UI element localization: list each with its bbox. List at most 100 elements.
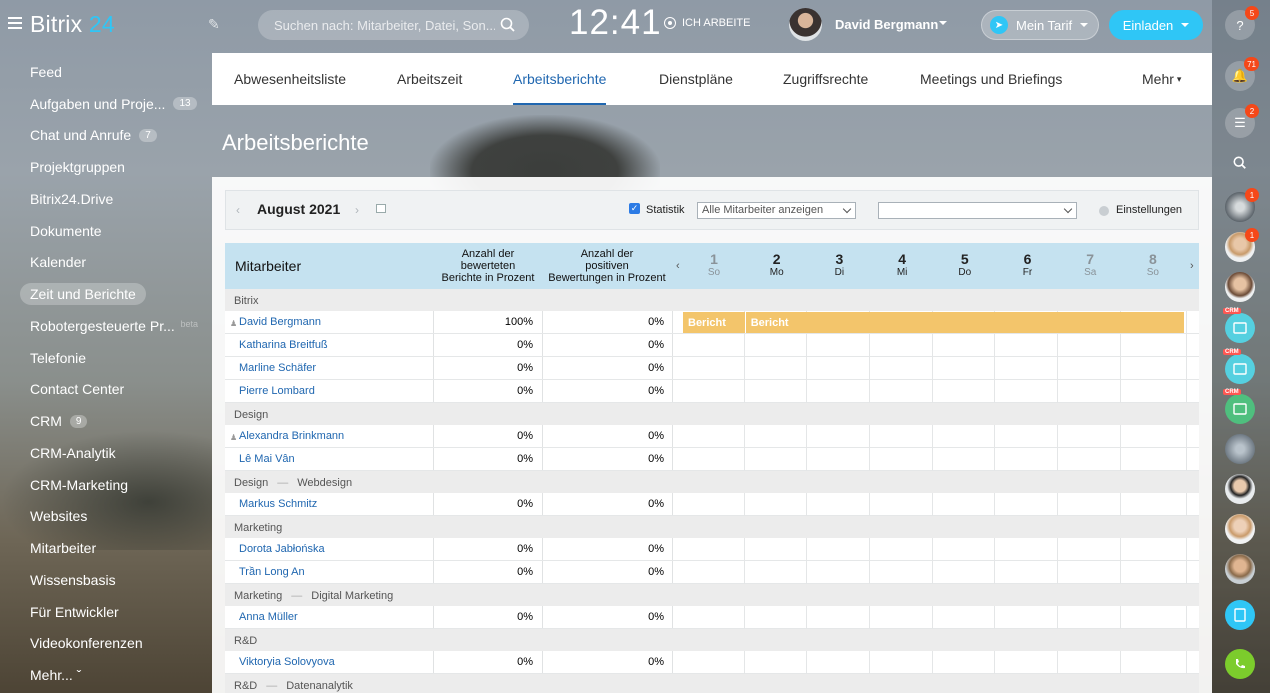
day-cell[interactable] bbox=[807, 606, 871, 629]
day-cell[interactable] bbox=[682, 561, 745, 584]
group-chat-avatar[interactable] bbox=[1225, 434, 1255, 464]
phone-call-icon[interactable] bbox=[1225, 649, 1255, 679]
day-cell[interactable] bbox=[1058, 357, 1121, 380]
report-bar[interactable]: Bericht bbox=[745, 312, 1184, 333]
day-cell[interactable] bbox=[1058, 425, 1121, 448]
settings-link[interactable]: Einstellungen bbox=[1116, 204, 1182, 216]
sidebar-item-websites[interactable]: Websites bbox=[0, 501, 212, 533]
day-cell[interactable] bbox=[1058, 651, 1121, 674]
edit-pencil-icon[interactable]: ✎ bbox=[208, 16, 220, 33]
user-name[interactable]: David Bergmann bbox=[835, 17, 938, 32]
day-cell[interactable] bbox=[870, 493, 933, 516]
sidebar-item-rpa[interactable]: Robotergesteuerte Pr... beta bbox=[0, 310, 212, 342]
day-cell[interactable] bbox=[933, 448, 996, 471]
employee-name-link[interactable]: Lê Mai Vân bbox=[239, 453, 295, 465]
day-cell[interactable] bbox=[1058, 334, 1121, 357]
user-menu-caret-icon[interactable] bbox=[939, 21, 947, 29]
sidebar-item-workgroups[interactable]: Projektgruppen bbox=[0, 151, 212, 183]
user-avatar[interactable] bbox=[1225, 272, 1255, 302]
search-icon[interactable] bbox=[500, 17, 516, 33]
sidebar-item-crm-analytics[interactable]: CRM-Analytik bbox=[0, 437, 212, 469]
day-cell[interactable] bbox=[1121, 357, 1187, 380]
tab-more[interactable]: Mehr ▾ bbox=[1142, 53, 1181, 105]
day-cell[interactable] bbox=[745, 651, 808, 674]
day-cell[interactable] bbox=[682, 538, 745, 561]
sidebar-item-telephony[interactable]: Telefonie bbox=[0, 342, 212, 374]
day-cell[interactable] bbox=[1121, 493, 1187, 516]
day-cell[interactable] bbox=[870, 651, 933, 674]
chat-icon[interactable]: ☰ 2 bbox=[1225, 104, 1259, 138]
sidebar-item-employees[interactable]: Mitarbeiter bbox=[0, 532, 212, 564]
day-cell[interactable] bbox=[682, 606, 745, 629]
day-cell[interactable] bbox=[870, 561, 933, 584]
tab-meetings[interactable]: Meetings und Briefings bbox=[920, 53, 1062, 105]
day-cell[interactable] bbox=[1121, 561, 1187, 584]
day-cell[interactable] bbox=[870, 357, 933, 380]
crm-chat-icon[interactable]: CRM bbox=[1223, 389, 1255, 424]
day-cell[interactable] bbox=[870, 606, 933, 629]
day-cell[interactable] bbox=[1058, 380, 1121, 403]
help-icon[interactable]: ? 5 bbox=[1225, 6, 1259, 40]
sidebar-item-contact-center[interactable]: Contact Center bbox=[0, 374, 212, 406]
day-cell[interactable] bbox=[996, 538, 1059, 561]
sidebar-item-drive[interactable]: Bitrix24.Drive bbox=[0, 183, 212, 215]
crm-chat-icon[interactable]: CRM bbox=[1223, 308, 1255, 343]
day-cell[interactable] bbox=[1058, 606, 1121, 629]
calendar-icon[interactable] bbox=[376, 204, 386, 213]
day-cell[interactable] bbox=[996, 334, 1059, 357]
day-cell[interactable] bbox=[807, 448, 871, 471]
employee-name-link[interactable]: Trần Long An bbox=[239, 566, 305, 578]
sidebar-item-documents[interactable]: Dokumente bbox=[0, 215, 212, 247]
day-cell[interactable] bbox=[745, 493, 808, 516]
sidebar-item-chat[interactable]: Chat und Anrufe 7 bbox=[0, 120, 212, 152]
day-cell[interactable] bbox=[745, 561, 808, 584]
day-cell[interactable] bbox=[996, 651, 1059, 674]
employee-filter-select[interactable]: Alle Mitarbeiter anzeigen bbox=[697, 202, 856, 219]
sidebar-item-knowledge-base[interactable]: Wissensbasis bbox=[0, 564, 212, 596]
day-cell[interactable] bbox=[1121, 448, 1187, 471]
day-cell[interactable] bbox=[682, 334, 745, 357]
day-cell[interactable] bbox=[745, 357, 808, 380]
employee-name-link[interactable]: Pierre Lombard bbox=[239, 385, 315, 397]
day-cell[interactable] bbox=[996, 448, 1059, 471]
day-cell[interactable] bbox=[933, 425, 996, 448]
sidebar-item-video-conferences[interactable]: Videokonferenzen bbox=[0, 628, 212, 660]
crm-chat-icon[interactable]: CRM bbox=[1223, 349, 1255, 384]
day-cell[interactable] bbox=[870, 334, 933, 357]
app-logo[interactable]: Bitrix 24 bbox=[30, 11, 115, 38]
menu-burger-icon[interactable] bbox=[8, 17, 22, 29]
day-cell[interactable] bbox=[807, 425, 871, 448]
employee-name-link[interactable]: David Bergmann bbox=[239, 316, 321, 328]
group-chat-avatar[interactable]: 1 bbox=[1225, 188, 1259, 222]
work-status-button[interactable]: ICH ARBEITE bbox=[664, 17, 750, 29]
day-cell[interactable] bbox=[996, 606, 1059, 629]
settings-gear-icon[interactable] bbox=[1099, 206, 1109, 216]
day-cell[interactable] bbox=[870, 448, 933, 471]
day-cell[interactable] bbox=[682, 448, 745, 471]
day-cell[interactable] bbox=[870, 380, 933, 403]
notifications-bell-icon[interactable]: 🔔 71 bbox=[1225, 57, 1259, 91]
employee-name-link[interactable]: Katharina Breitfuß bbox=[239, 339, 328, 351]
day-cell[interactable] bbox=[870, 538, 933, 561]
day-cell[interactable] bbox=[745, 425, 808, 448]
open-lines-icon[interactable] bbox=[1225, 600, 1255, 630]
tab-work-reports[interactable]: Arbeitsberichte bbox=[513, 53, 607, 105]
employee-name-link[interactable]: Alexandra Brinkmann bbox=[239, 430, 344, 442]
day-cell[interactable] bbox=[1121, 334, 1187, 357]
sidebar-item-tasks[interactable]: Aufgaben und Proje... 13 bbox=[0, 88, 212, 120]
day-cell[interactable] bbox=[933, 357, 996, 380]
search-icon[interactable] bbox=[1225, 148, 1255, 178]
invite-button[interactable]: Einladen bbox=[1109, 10, 1203, 40]
day-cell[interactable] bbox=[933, 493, 996, 516]
sidebar-item-developers[interactable]: Für Entwickler bbox=[0, 596, 212, 628]
day-cell[interactable] bbox=[807, 334, 871, 357]
day-cell[interactable] bbox=[1058, 448, 1121, 471]
my-plan-button[interactable]: ➤ Mein Tarif bbox=[981, 10, 1099, 40]
day-cell[interactable] bbox=[933, 651, 996, 674]
employee-name-link[interactable]: Marline Schäfer bbox=[239, 362, 316, 374]
day-cell[interactable] bbox=[745, 448, 808, 471]
sidebar-item-calendar[interactable]: Kalender bbox=[0, 247, 212, 279]
day-cell[interactable] bbox=[807, 651, 871, 674]
day-cell[interactable] bbox=[996, 425, 1059, 448]
tab-access-rights[interactable]: Zugriffsrechte bbox=[783, 53, 868, 105]
